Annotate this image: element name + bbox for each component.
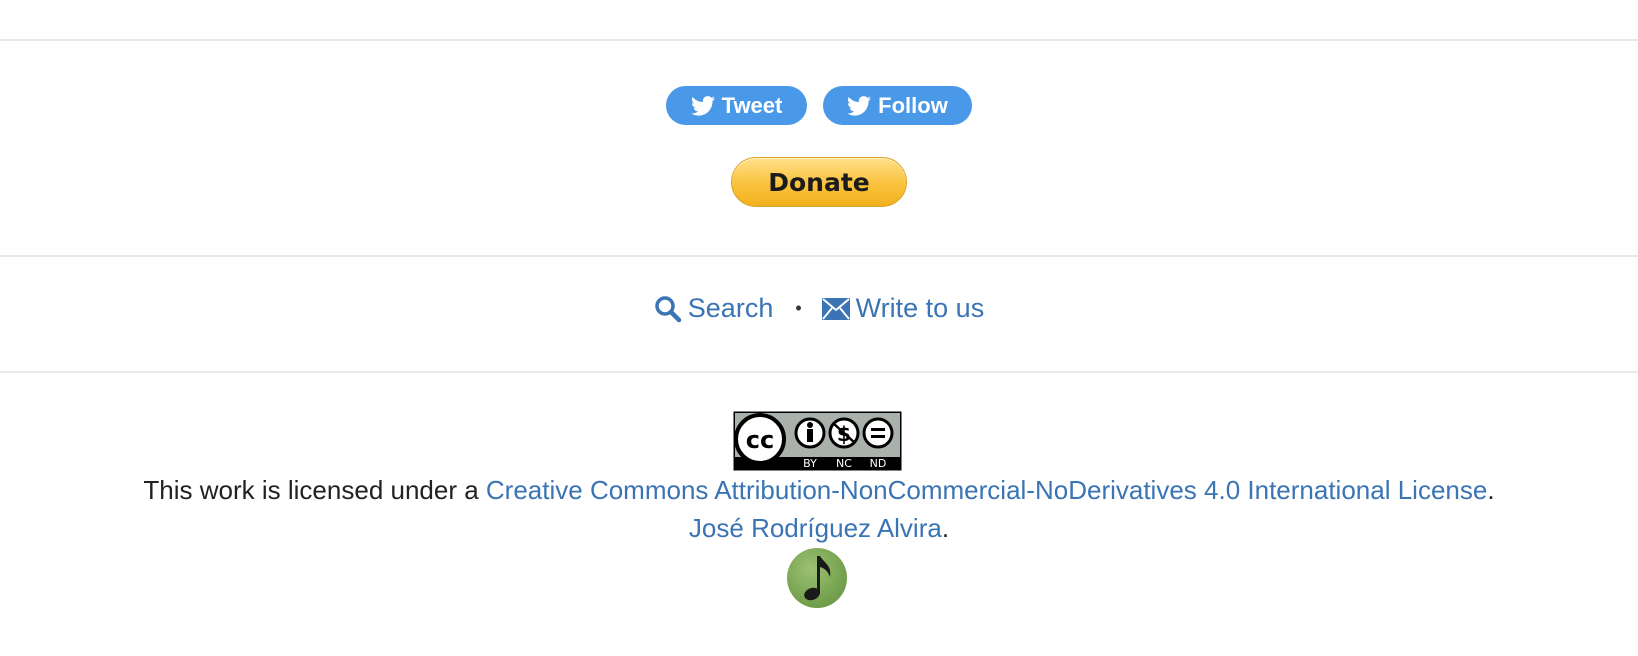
- cc-badge-area: cc $ BY NC ND: [0, 411, 1638, 471]
- divider-bottom: [0, 371, 1638, 373]
- logo-area: [0, 547, 1638, 609]
- divider-top: [0, 39, 1638, 41]
- search-link[interactable]: Search: [654, 293, 774, 324]
- author-suffix: .: [941, 513, 950, 543]
- magnifier-icon: [655, 295, 682, 322]
- cc-badge-by: BY: [803, 457, 817, 470]
- donate-area: Donate: [0, 157, 1638, 207]
- twitter-bird-icon: [690, 95, 715, 116]
- envelope-icon: [821, 297, 850, 320]
- write-to-us-link[interactable]: Write to us: [821, 293, 985, 324]
- divider-middle: [0, 255, 1638, 257]
- footer-page: Tweet Follow Donate Search • Write to us…: [0, 0, 1638, 656]
- tweet-button[interactable]: Tweet: [666, 86, 807, 125]
- link-separator: •: [795, 298, 802, 318]
- write-to-us-label: Write to us: [855, 293, 985, 323]
- search-label: Search: [687, 293, 774, 323]
- follow-label: Follow: [878, 92, 948, 118]
- eighth-note-icon[interactable]: [786, 547, 848, 609]
- license-suffix: .: [1487, 475, 1495, 505]
- cc-by-nc-nd-icon: cc $ BY NC ND: [733, 411, 901, 471]
- twitter-bird-icon: [847, 95, 872, 116]
- donate-label: Donate: [768, 167, 870, 197]
- svg-text:cc: cc: [745, 426, 773, 454]
- footer-links: Search • Write to us: [0, 293, 1638, 324]
- license-text: This work is licensed under a Creative C…: [0, 475, 1638, 506]
- license-link[interactable]: Creative Commons Attribution-NonCommerci…: [486, 475, 1487, 505]
- follow-button[interactable]: Follow: [823, 86, 972, 125]
- donate-button[interactable]: Donate: [731, 157, 907, 207]
- cc-badge-nc: NC: [836, 457, 852, 470]
- author-link[interactable]: José Rodríguez Alvira: [689, 513, 942, 543]
- cc-license-badge[interactable]: cc $ BY NC ND: [733, 411, 902, 471]
- tweet-label: Tweet: [721, 92, 783, 118]
- author-line: José Rodríguez Alvira.: [0, 513, 1638, 544]
- cc-badge-nd: ND: [869, 457, 886, 470]
- social-buttons: Tweet Follow: [0, 86, 1638, 125]
- license-prefix: This work is licensed under a: [143, 475, 486, 505]
